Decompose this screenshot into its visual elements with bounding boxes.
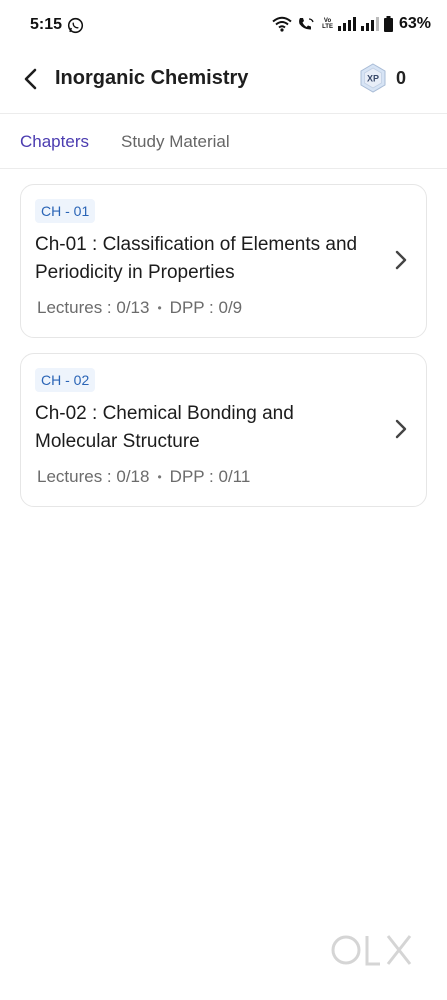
status-bar: 5:15 Vo LTE 63% [0,0,447,52]
xp-badge-icon: XP [360,63,386,93]
chevron-right-icon [395,250,407,270]
chapter-progress: Lectures : 0/18 • DPP : 0/11 [37,467,250,487]
tab-chapters[interactable]: Chapters [20,132,89,152]
lectures-count: Lectures : 0/18 [37,467,150,486]
chapter-title: Ch-02 : Chemical Bonding and Molecular S… [35,403,294,452]
meta-separator: • [157,301,162,315]
olx-watermark-logo [331,935,412,966]
wifi-icon [272,16,292,32]
chapter-progress: Lectures : 0/13 • DPP : 0/9 [37,298,242,318]
app-header: Inorganic Chemistry XP 0 [0,52,447,114]
chevron-right-icon [395,419,407,439]
signal-icon-sim2 [360,17,379,31]
chapter-card[interactable]: CH - 02 Ch-02 : Chemical Bonding and Mol… [20,353,427,507]
tab-bar: Chapters Study Material [0,114,447,169]
chapter-card[interactable]: CH - 01 Ch-01 : Classification of Elemen… [20,184,427,338]
battery-icon [383,16,393,32]
xp-indicator[interactable]: XP 0 [357,62,406,94]
volte-line2: LTE [322,24,333,30]
volte-indicator: Vo LTE [322,18,333,30]
dpp-count: DPP : 0/11 [169,467,251,486]
whatsapp-icon [67,17,84,34]
tab-study-material[interactable]: Study Material [121,132,230,152]
chapter-chip: CH - 02 [35,368,96,392]
arrow-left-icon[interactable] [18,66,44,92]
dpp-count: DPP : 0/9 [169,298,243,317]
lectures-count: Lectures : 0/13 [37,298,150,317]
status-icons: Vo LTE 63% [272,15,431,33]
xp-count: 0 [396,67,407,88]
battery-percent: 63% [398,15,431,32]
chapter-chip: CH - 01 [35,199,96,223]
xp-badge-label: XP [367,74,379,84]
status-time: 5:15 [30,16,63,33]
meta-separator: • [157,470,162,484]
chapter-title: Ch-01 : Classification of Elements and P… [35,234,358,283]
wifi-call-icon [299,18,314,30]
page-title: Inorganic Chemistry [55,67,249,89]
signal-icon [337,17,356,31]
